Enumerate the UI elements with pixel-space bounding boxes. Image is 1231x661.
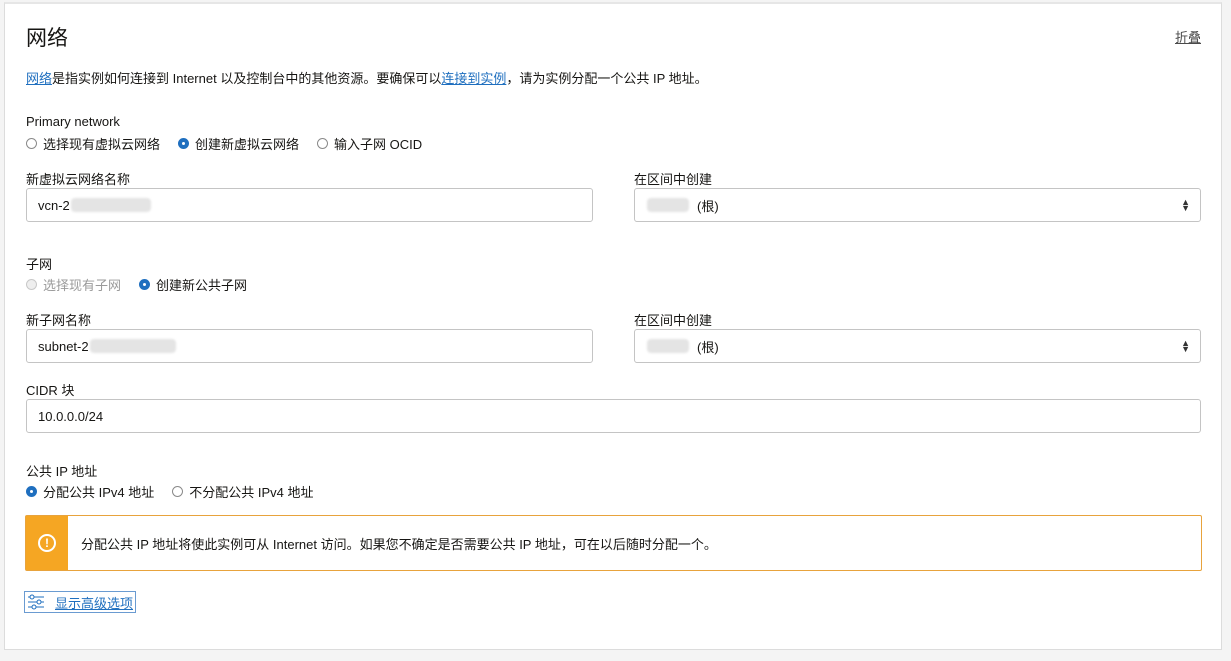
subnet-compartment-select[interactable]: (根) ▲ ▼ [634,329,1201,363]
vcn-compartment-label: 在区间中创建 [634,172,713,187]
vcn-compartment-select[interactable]: (根) ▲ ▼ [634,188,1201,222]
subnet-compartment-value: (根) [697,339,719,355]
alert-message: 分配公共 IP 地址将使此实例可从 Internet 访问。如果您不确定是否需要… [81,536,717,552]
warning-icon: ! [38,534,56,552]
radio-label: 分配公共 IPv4 地址 [43,485,155,500]
alert-icon-bar: ! [26,516,68,570]
subnet-name-label: 新子网名称 [26,313,92,328]
vcn-compartment-value: (根) [697,198,719,214]
subnet-compartment-label: 在区间中创建 [634,313,713,328]
radio-circle [178,138,190,149]
description-text-1: 是指实例如何连接到 Internet 以及控制台中的其他资源。要确保可以 [52,71,442,86]
radio-label: 选择现有虚拟云网络 [43,137,161,152]
redacted-text [70,198,151,212]
public-ip-radio-group: 分配公共 IPv4 地址 不分配公共 IPv4 地址 [26,482,332,501]
radio-label: 输入子网 OCID [334,137,423,152]
radio-label: 创建新虚拟云网络 [195,137,300,152]
collapse-link[interactable]: 折叠 [1175,27,1201,46]
connect-instance-link[interactable]: 连接到实例 [441,71,506,86]
cidr-value: 10.0.0.0/24 [38,408,104,424]
redacted-text [647,198,689,212]
subnet-radio-group: 选择现有子网 创建新公共子网 [26,275,265,294]
radio-circle [317,138,329,149]
vcn-name-label: 新虚拟云网络名称 [26,172,131,187]
radio-label: 创建新公共子网 [156,278,248,293]
radio-circle [26,138,37,149]
radio-create-public-subnet[interactable]: 创建新公共子网 [139,275,247,294]
show-advanced-options-button[interactable]: 显示高级选项 [24,591,137,613]
radio-label: 选择现有子网 [43,278,122,293]
radio-create-new-vcn[interactable]: 创建新虚拟云网络 [178,134,299,153]
description-text-2: ，请为实例分配一个公共 IP 地址。 [506,71,708,86]
radio-enter-subnet-ocid[interactable]: 输入子网 OCID [317,134,422,153]
radio-label: 不分配公共 IPv4 地址 [189,485,314,500]
sliders-icon [28,594,44,610]
subnet-name-input[interactable]: subnet-2 [26,329,593,363]
radio-circle [26,279,37,290]
cidr-input[interactable]: 10.0.0.0/24 [26,399,1201,433]
section-title: 网络 [26,27,68,50]
subnet-label: 子网 [26,257,53,272]
radio-select-existing-vcn[interactable]: 选择现有虚拟云网络 [26,134,160,153]
public-ip-label: 公共 IP 地址 [26,464,98,479]
networking-doc-link[interactable]: 网络 [26,71,52,86]
cidr-label: CIDR 块 [26,383,75,398]
section-description: 网络是指实例如何连接到 Internet 以及控制台中的其他资源。要确保可以连接… [26,68,708,87]
vcn-name-input[interactable]: vcn-2 [26,188,593,222]
public-ip-warning-alert: ! 分配公共 IP 地址将使此实例可从 Internet 访问。如果您不确定是否… [25,515,1202,571]
radio-circle [172,486,184,497]
radio-no-public-ipv4[interactable]: 不分配公共 IPv4 地址 [172,482,314,501]
chevron-updown-icon: ▲ ▼ [1181,338,1190,354]
redacted-text [647,339,689,353]
advanced-options-label: 显示高级选项 [55,595,134,611]
primary-network-radio-group: 选择现有虚拟云网络 创建新虚拟云网络 输入子网 OCID [26,134,440,153]
radio-circle [139,279,151,290]
networking-section: 网络 折叠 网络是指实例如何连接到 Internet 以及控制台中的其他资源。要… [4,2,1222,650]
radio-select-existing-subnet[interactable]: 选择现有子网 [26,275,121,294]
subnet-name-value: subnet-2 [38,338,89,354]
radio-circle [26,486,37,497]
redacted-text [89,339,176,353]
primary-network-label: Primary network [26,114,120,129]
chevron-updown-icon: ▲ ▼ [1181,197,1190,213]
radio-assign-public-ipv4[interactable]: 分配公共 IPv4 地址 [26,482,154,501]
vcn-name-value: vcn-2 [38,197,70,213]
